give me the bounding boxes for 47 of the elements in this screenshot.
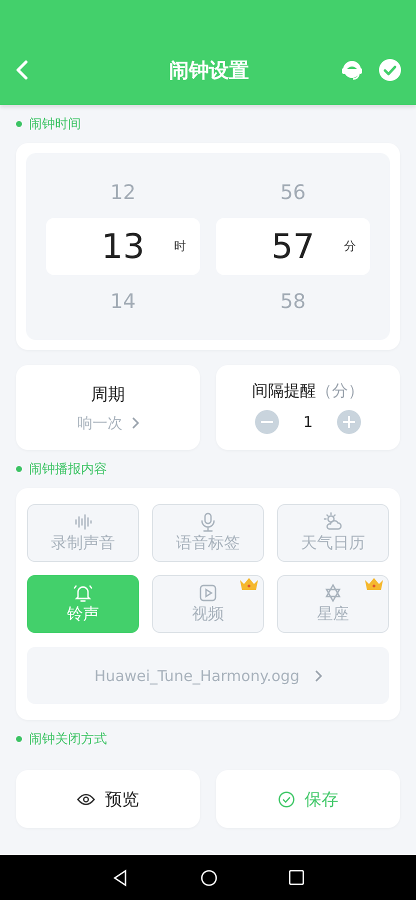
ringtone-file-row[interactable]: Huawei_Tune_Harmony.ogg — [27, 647, 389, 704]
section-label: 闹钟播报内容 — [29, 461, 107, 478]
picker-value: 14 — [110, 289, 136, 313]
content-option[interactable]: 天气日历 — [277, 504, 389, 562]
content-option[interactable]: 星座 — [277, 575, 389, 633]
section-dot — [16, 736, 22, 742]
picker-value: 56 — [280, 180, 306, 204]
section-label: 闹钟关闭方式 — [29, 731, 107, 748]
interval-value: 1 — [303, 413, 313, 431]
section-dot — [16, 466, 22, 472]
section-label: 闹钟时间 — [29, 116, 81, 133]
page-title: 闹钟设置 — [168, 56, 250, 84]
star-icon — [323, 583, 343, 603]
headset-icon[interactable] — [340, 58, 364, 82]
sun-cloud-icon — [323, 512, 343, 532]
interval-title: 间隔提醒 — [252, 381, 316, 402]
content-option[interactable]: 视频 — [152, 575, 264, 633]
preview-button[interactable]: 预览 — [16, 770, 200, 828]
cycle-card[interactable]: 周期 响一次 — [16, 365, 200, 450]
content-option[interactable]: 铃声 — [27, 575, 139, 633]
plus-icon[interactable] — [336, 410, 361, 434]
content-option[interactable]: 录制声音 — [27, 504, 139, 562]
time-unit: 时 — [174, 238, 186, 255]
content-option[interactable]: 语音标签 — [152, 504, 264, 562]
play-icon — [198, 583, 218, 603]
check-circle-icon — [278, 790, 294, 808]
chevron-icon — [130, 417, 138, 429]
selected-value: 13 — [101, 226, 145, 266]
confirm-icon[interactable] — [378, 58, 402, 82]
picker-value: 58 — [280, 289, 306, 313]
picker-value: 12 — [110, 180, 136, 204]
time-picker[interactable]: 12 13 时 14 56 57 分 58 — [26, 153, 390, 340]
cycle-value: 响一次 — [78, 414, 122, 432]
section-dot — [16, 121, 22, 127]
home-icon[interactable] — [200, 868, 218, 886]
minus-icon[interactable] — [255, 410, 280, 434]
time-unit: 分 — [344, 238, 356, 255]
interval-unit: （分） — [316, 381, 364, 402]
eye-icon — [77, 792, 95, 806]
ringtone-file-name: Huawei_Tune_Harmony.ogg — [94, 666, 300, 684]
bell-icon — [73, 583, 93, 603]
save-button[interactable]: 保存 — [216, 770, 400, 828]
chevron-icon — [314, 670, 322, 682]
sound-wave-icon — [73, 512, 93, 532]
recent-apps-icon[interactable] — [288, 869, 304, 886]
selected-value: 57 — [271, 226, 315, 266]
cycle-title: 周期 — [91, 384, 125, 406]
